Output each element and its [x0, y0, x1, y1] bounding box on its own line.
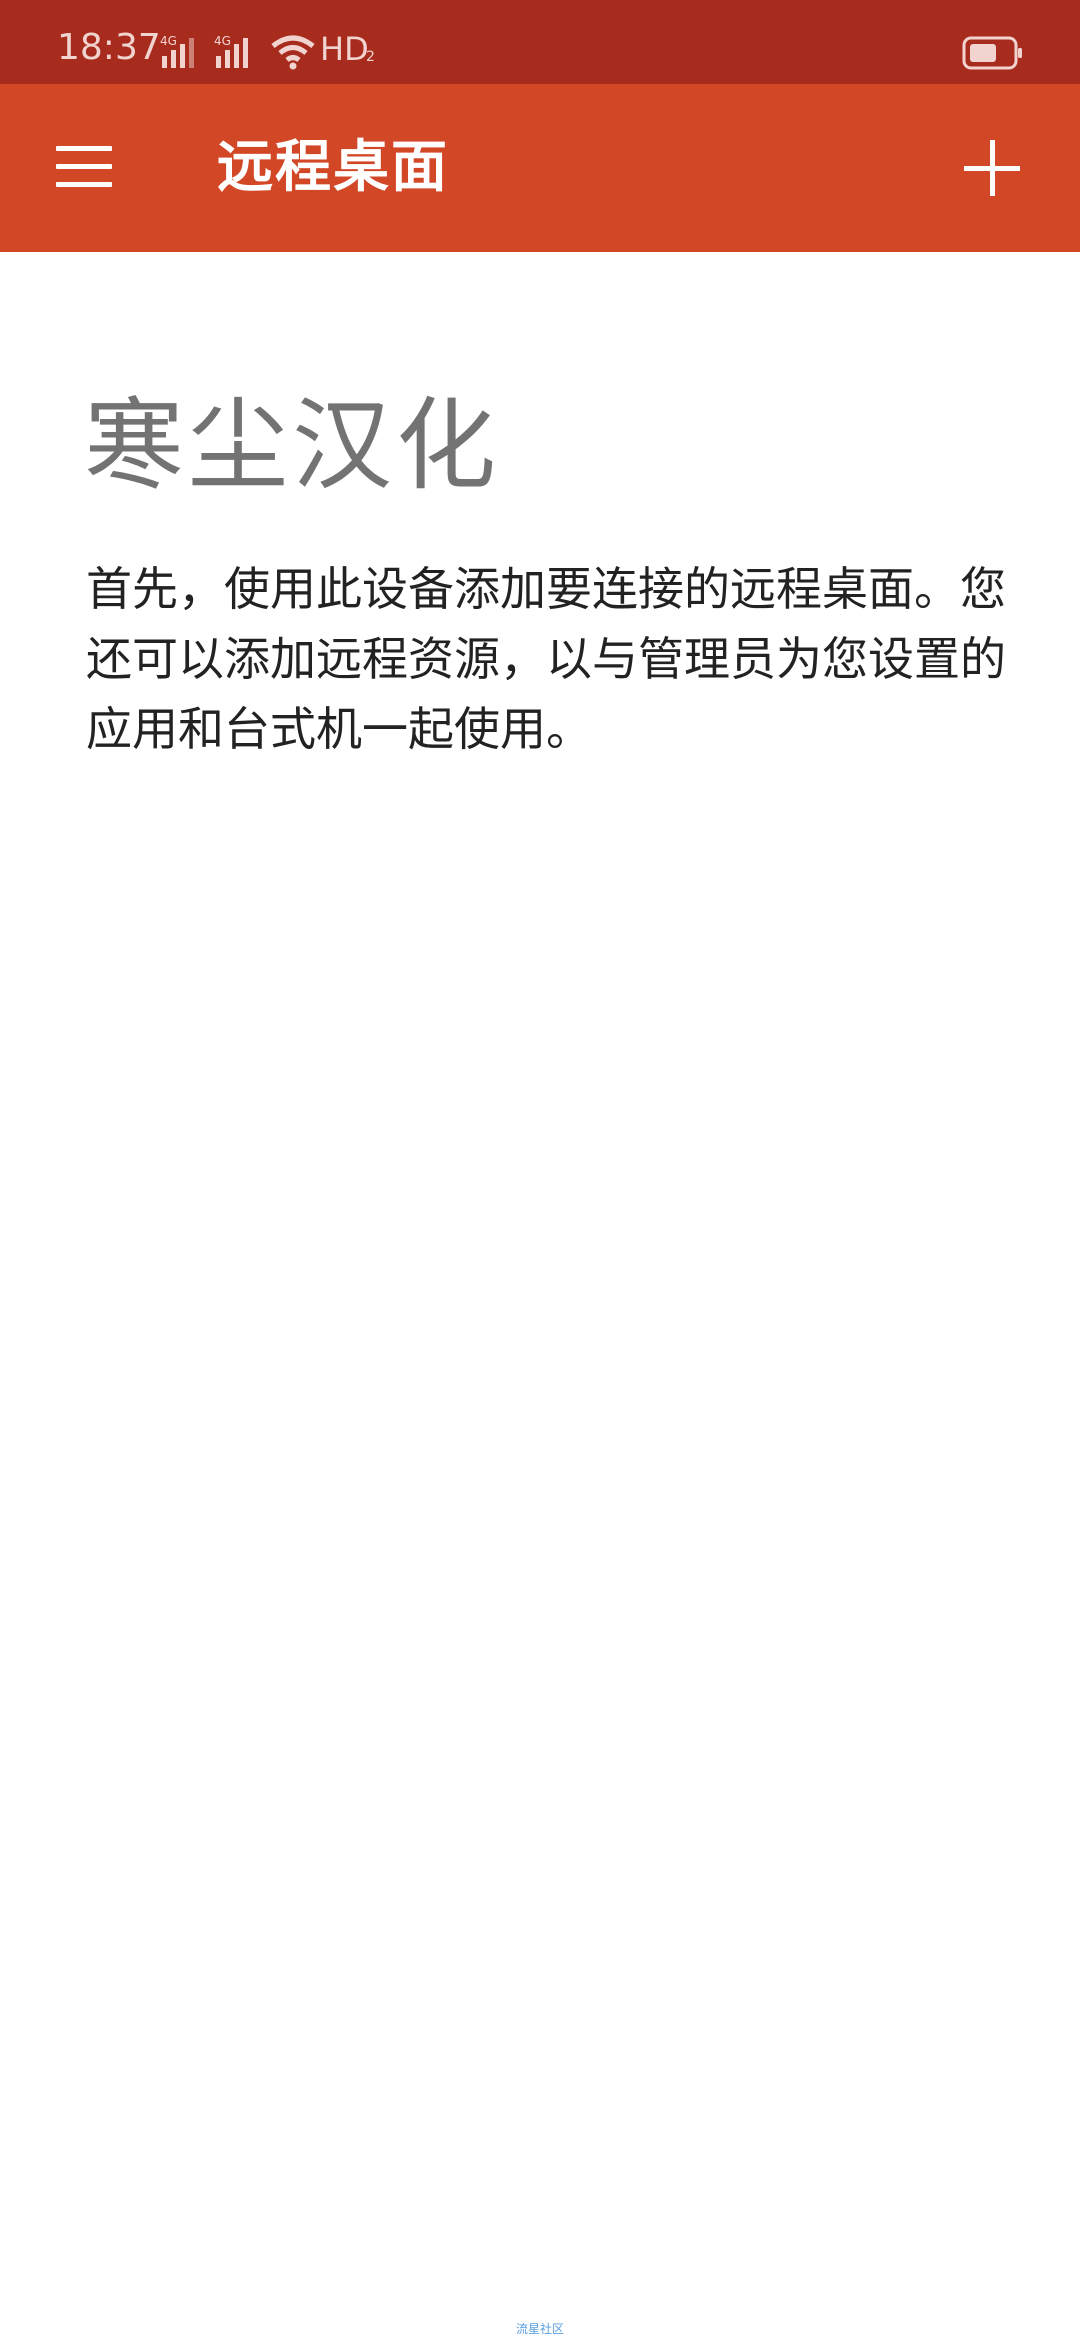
status-time: 18:37	[57, 27, 161, 68]
hd-voice-label: HD	[320, 30, 369, 68]
add-button[interactable]	[952, 128, 1032, 208]
network-type-label: 4G	[214, 34, 231, 48]
app-bar: 远程桌面	[0, 84, 1080, 252]
network-type-label: 4G	[160, 34, 177, 48]
battery-icon	[962, 36, 1022, 70]
hd-voice-sub-label: 2	[366, 49, 375, 65]
signal-icon: 4G	[160, 34, 194, 68]
plus-icon	[964, 140, 1020, 196]
menu-button[interactable]	[44, 133, 124, 203]
signal-icon: 4G	[214, 34, 248, 68]
status-bar: 18:37 4G 4G HD 2	[0, 0, 1080, 84]
app-title: 远程桌面	[217, 135, 449, 200]
hamburger-menu-icon	[44, 133, 124, 203]
intro-text: 首先，使用此设备添加要连接的远程桌面。您还可以添加远程资源，以与管理员为您设置的…	[86, 562, 1006, 756]
wifi-icon	[271, 35, 315, 70]
page-heading: 寒尘汉化	[84, 387, 500, 504]
watermark-text: 流星社区	[515, 2322, 564, 2336]
